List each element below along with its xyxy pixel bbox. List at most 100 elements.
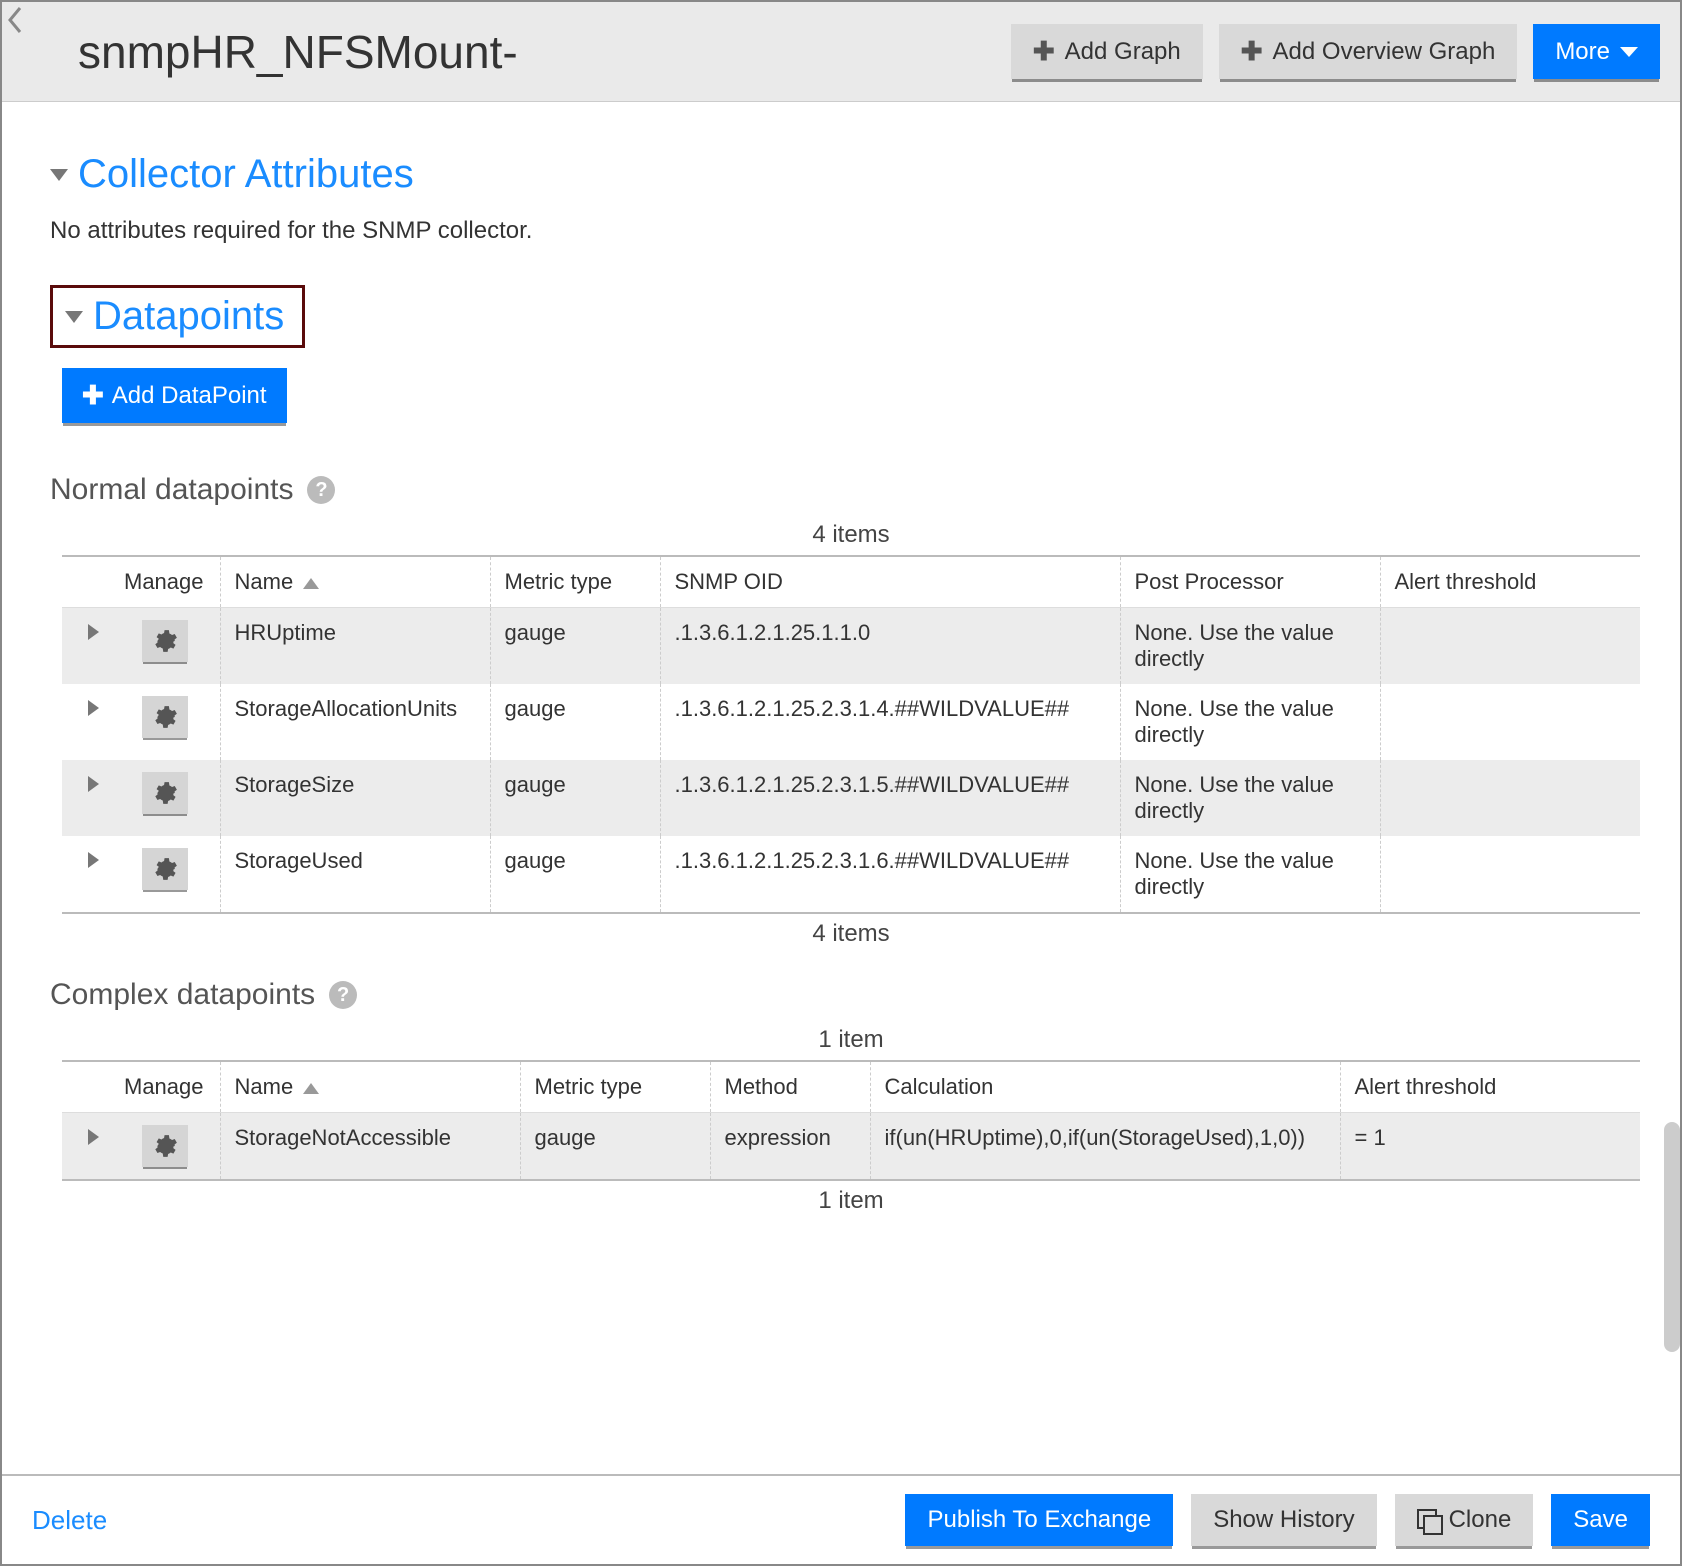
normal-datapoints-table: Manage Name Metric type SNMP OID Post Pr… xyxy=(62,555,1640,914)
cell-alert: = 1 xyxy=(1340,1113,1640,1181)
normal-table-count-bottom: 4 items xyxy=(62,920,1640,948)
cell-alert xyxy=(1380,760,1640,836)
help-icon[interactable]: ? xyxy=(307,476,335,504)
collector-attributes-header[interactable]: Collector Attributes xyxy=(50,152,1640,197)
clone-label: Clone xyxy=(1449,1506,1512,1534)
datapoints-title: Datapoints xyxy=(93,294,284,339)
chevron-down-icon xyxy=(1620,47,1638,57)
normal-table-count-top: 4 items xyxy=(62,521,1640,549)
col-alert[interactable]: Alert threshold xyxy=(1380,556,1640,608)
cell-post: None. Use the value directly xyxy=(1120,760,1380,836)
cell-oid: .1.3.6.1.2.1.25.2.3.1.5.##WILDVALUE## xyxy=(660,760,1120,836)
publish-to-exchange-button[interactable]: Publish To Exchange xyxy=(905,1494,1173,1546)
col-manage[interactable]: Manage xyxy=(110,1061,220,1113)
normal-datapoints-label: Normal datapoints xyxy=(50,473,293,507)
table-row: StorageUsedgauge.1.3.6.1.2.1.25.2.3.1.6.… xyxy=(62,836,1640,913)
plus-icon: ✚ xyxy=(1033,36,1055,67)
table-row: StorageNotAccessiblegaugeexpressionif(un… xyxy=(62,1113,1640,1181)
expand-row-toggle[interactable] xyxy=(62,684,110,760)
delete-link[interactable]: Delete xyxy=(32,1505,107,1536)
expand-row-toggle[interactable] xyxy=(62,836,110,913)
cell-metric: gauge xyxy=(490,760,660,836)
gear-button[interactable] xyxy=(142,620,188,662)
add-datapoint-button[interactable]: ✚ Add DataPoint xyxy=(62,368,287,423)
col-metric[interactable]: Metric type xyxy=(490,556,660,608)
col-oid[interactable]: SNMP OID xyxy=(660,556,1120,608)
expand-triangle-icon xyxy=(88,1129,99,1145)
add-graph-label: Add Graph xyxy=(1065,38,1181,66)
cell-alert xyxy=(1380,684,1640,760)
cell-metric: gauge xyxy=(520,1113,710,1181)
disclosure-triangle-icon xyxy=(50,169,68,181)
datapoints-header[interactable]: Datapoints xyxy=(50,285,305,348)
col-method[interactable]: Method xyxy=(710,1061,870,1113)
collector-attributes-title: Collector Attributes xyxy=(78,152,414,197)
top-toolbar: snmpHR_NFSMount- ✚ Add Graph ✚ Add Overv… xyxy=(2,2,1680,102)
expand-triangle-icon xyxy=(88,852,99,868)
complex-table-count-bottom: 1 item xyxy=(62,1187,1640,1215)
save-button[interactable]: Save xyxy=(1551,1494,1650,1546)
complex-datapoints-heading: Complex datapoints ? xyxy=(50,978,1640,1012)
normal-datapoints-heading: Normal datapoints ? xyxy=(50,473,1640,507)
cell-metric: gauge xyxy=(490,836,660,913)
clone-button[interactable]: Clone xyxy=(1395,1494,1534,1546)
collapse-panel-icon[interactable] xyxy=(2,0,30,40)
col-calc[interactable]: Calculation xyxy=(870,1061,1340,1113)
scrollbar-thumb[interactable] xyxy=(1664,1122,1680,1352)
footer-toolbar: Delete Publish To Exchange Show History … xyxy=(2,1474,1680,1564)
collector-attributes-note: No attributes required for the SNMP coll… xyxy=(50,217,1640,245)
cell-name: StorageAllocationUnits xyxy=(220,684,490,760)
disclosure-triangle-icon xyxy=(65,311,83,323)
gear-button[interactable] xyxy=(142,1125,188,1167)
cell-post: None. Use the value directly xyxy=(1120,684,1380,760)
plus-icon: ✚ xyxy=(82,380,104,411)
cell-name: StorageSize xyxy=(220,760,490,836)
col-name[interactable]: Name xyxy=(220,1061,520,1113)
clone-icon xyxy=(1417,1509,1439,1531)
manage-cell xyxy=(110,608,220,685)
cell-alert xyxy=(1380,836,1640,913)
help-icon[interactable]: ? xyxy=(329,981,357,1009)
manage-cell xyxy=(110,684,220,760)
manage-cell xyxy=(110,836,220,913)
complex-table-count-top: 1 item xyxy=(62,1026,1640,1054)
col-metric[interactable]: Metric type xyxy=(520,1061,710,1113)
table-row: HRUptimegauge.1.3.6.1.2.1.25.1.1.0None. … xyxy=(62,608,1640,685)
add-datapoint-label: Add DataPoint xyxy=(112,382,267,410)
expand-triangle-icon xyxy=(88,700,99,716)
manage-cell xyxy=(110,1113,220,1181)
expand-triangle-icon xyxy=(88,624,99,640)
add-graph-button[interactable]: ✚ Add Graph xyxy=(1011,24,1203,79)
table-row: StorageSizegauge.1.3.6.1.2.1.25.2.3.1.5.… xyxy=(62,760,1640,836)
cell-metric: gauge xyxy=(490,608,660,685)
expand-row-toggle[interactable] xyxy=(62,760,110,836)
more-label: More xyxy=(1555,38,1610,66)
cell-name: StorageUsed xyxy=(220,836,490,913)
cell-post: None. Use the value directly xyxy=(1120,836,1380,913)
cell-method: expression xyxy=(710,1113,870,1181)
more-button[interactable]: More xyxy=(1533,24,1660,79)
col-manage[interactable]: Manage xyxy=(110,556,220,608)
gear-button[interactable] xyxy=(142,696,188,738)
expand-row-toggle[interactable] xyxy=(62,1113,110,1181)
col-name[interactable]: Name xyxy=(220,556,490,608)
col-post[interactable]: Post Processor xyxy=(1120,556,1380,608)
show-history-button[interactable]: Show History xyxy=(1191,1494,1376,1546)
gear-button[interactable] xyxy=(142,848,188,890)
table-row: StorageAllocationUnitsgauge.1.3.6.1.2.1.… xyxy=(62,684,1640,760)
complex-datapoints-label: Complex datapoints xyxy=(50,978,315,1012)
cell-name: HRUptime xyxy=(220,608,490,685)
expand-triangle-icon xyxy=(88,776,99,792)
cell-name: StorageNotAccessible xyxy=(220,1113,520,1181)
expand-row-toggle[interactable] xyxy=(62,608,110,685)
plus-icon: ✚ xyxy=(1241,36,1263,67)
complex-datapoints-table: Manage Name Metric type Method Calculati… xyxy=(62,1060,1640,1181)
gear-button[interactable] xyxy=(142,772,188,814)
cell-alert xyxy=(1380,608,1640,685)
col-alert[interactable]: Alert threshold xyxy=(1340,1061,1640,1113)
cell-calc: if(un(HRUptime),0,if(un(StorageUsed),1,0… xyxy=(870,1113,1340,1181)
cell-oid: .1.3.6.1.2.1.25.2.3.1.6.##WILDVALUE## xyxy=(660,836,1120,913)
sort-asc-icon xyxy=(303,578,319,589)
add-overview-graph-label: Add Overview Graph xyxy=(1273,38,1496,66)
add-overview-graph-button[interactable]: ✚ Add Overview Graph xyxy=(1219,24,1518,79)
